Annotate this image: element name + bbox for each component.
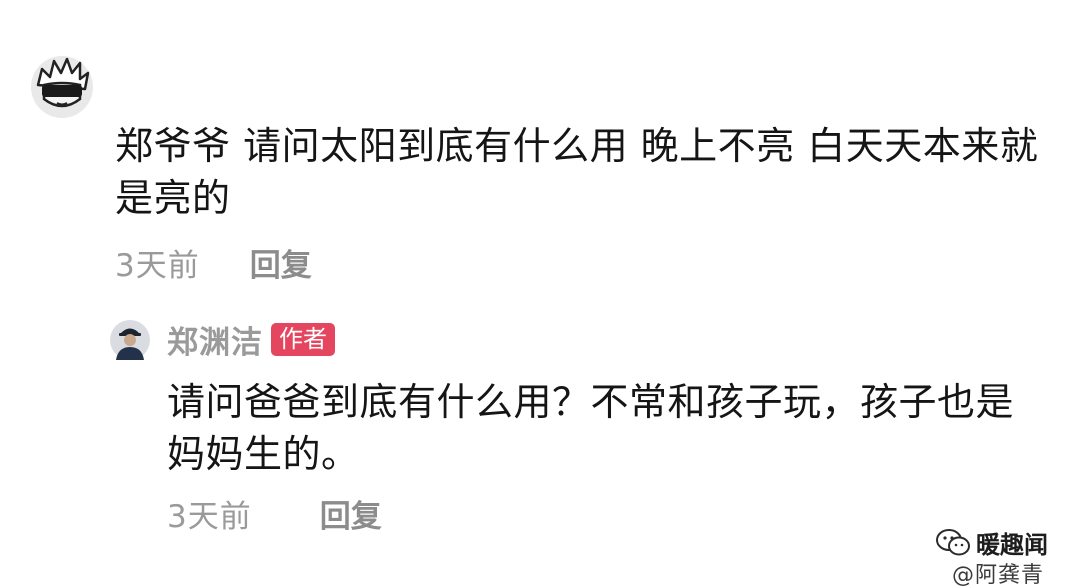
comment-text: 郑爷爷 请问太阳到底有什么用 晚上不亮 白天天本来就是亮的 xyxy=(115,124,1039,220)
comment-meta: 3天前 回复 xyxy=(115,246,312,286)
author-badge: 作者 xyxy=(271,322,335,356)
comment-reply-button[interactable]: 回复 xyxy=(250,246,312,286)
reply-reply-button[interactable]: 回复 xyxy=(320,497,382,537)
commenter-avatar-icon[interactable] xyxy=(30,55,94,119)
reply-timestamp: 3天前 xyxy=(167,499,252,535)
wechat-icon xyxy=(936,528,970,555)
weibo-watermark: @阿龚青 xyxy=(951,563,1044,588)
comment-timestamp: 3天前 xyxy=(115,248,200,284)
reply-text: 请问爸爸到底有什么用？不常和孩子玩，孩子也是妈妈生的。 xyxy=(167,380,1015,476)
author-avatar-icon[interactable] xyxy=(110,320,150,360)
reply-meta: 3天前 回复 xyxy=(167,497,382,537)
channel-name: 暖趣闻 xyxy=(976,531,1048,559)
author-name[interactable]: 郑渊洁 xyxy=(167,317,263,362)
channel-watermark: 暖趣闻 xyxy=(936,525,1048,560)
author-header: 郑渊洁 作者 xyxy=(167,317,335,362)
